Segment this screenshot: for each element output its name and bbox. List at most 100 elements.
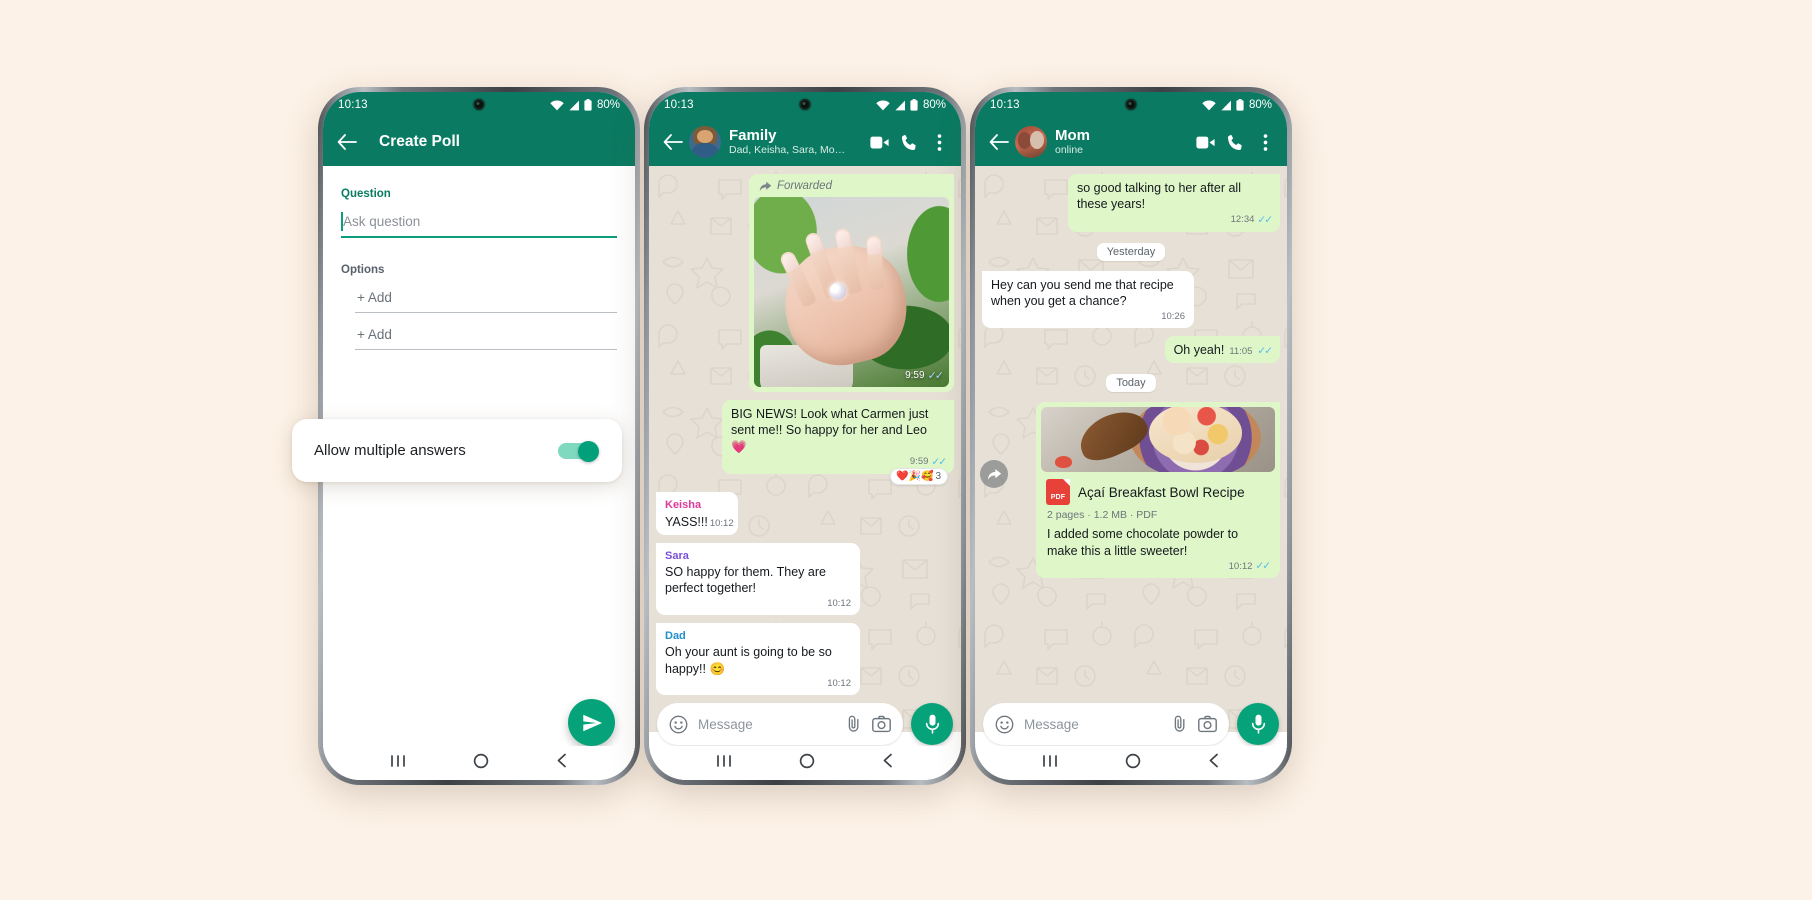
phone2-screen: 10:13 80% Family Dad, Keisha, Sara, Mom.… <box>649 92 961 780</box>
allow-multiple-answers-toggle[interactable] <box>558 440 599 462</box>
question-input[interactable]: Ask question <box>341 212 617 238</box>
message-oh-yeah[interactable]: Oh yeah! 11:05 ✓✓ <box>1164 335 1280 364</box>
photo-attachment[interactable]: 9:59 ✓✓ <box>754 197 949 387</box>
document-meta: 2 pages · 1.2 MB · PDF <box>1047 509 1158 522</box>
document-caption: I added some chocolate powder to make th… <box>1047 527 1239 558</box>
phone-mom-chat: 10:13 80% Mom online so good talking to … <box>970 87 1292 785</box>
option-add-row-2[interactable]: + Add <box>355 327 617 350</box>
status-clock: 10:13 <box>338 99 368 111</box>
message-text: Oh your aunt is going to be so happy!! 😊 <box>665 645 832 676</box>
phone3-nav-bar <box>975 746 1287 780</box>
front-camera-punch-hole <box>473 99 485 110</box>
reaction-pill[interactable]: ❤️🎉🥰 3 <box>890 468 948 486</box>
status-icons: 80% <box>550 99 620 111</box>
bubble-content: Dad Oh your aunt is going to be so happy… <box>656 623 860 695</box>
message-text: Hey can you send me that recipe when you… <box>991 278 1174 309</box>
allow-multiple-answers-card[interactable]: Allow multiple answers <box>292 419 622 482</box>
timestamp-text: 9:59 <box>905 370 925 381</box>
message-document[interactable]: PDF Açaí Breakfast Bowl Recipe 2 pages ·… <box>980 402 1280 579</box>
back-arrow-icon[interactable] <box>333 128 361 156</box>
phone3-chat-body[interactable]: so good talking to her after all these y… <box>975 166 1287 732</box>
mom-avatar[interactable] <box>1015 126 1047 158</box>
message-sara[interactable]: Sara SO happy for them. They are perfect… <box>656 542 860 616</box>
recents-icon[interactable] <box>390 754 406 773</box>
front-camera-punch-hole <box>1125 99 1137 110</box>
toggle-thumb <box>578 440 599 462</box>
overflow-menu-icon[interactable] <box>930 133 949 152</box>
battery-percent: 80% <box>596 99 620 111</box>
back-arrow-icon[interactable] <box>659 128 687 156</box>
home-icon[interactable] <box>473 753 489 774</box>
forwarded-label: Forwarded <box>777 180 832 192</box>
phone3-status-bar: 10:13 80% <box>975 92 1287 118</box>
option-add-row-1[interactable]: + Add <box>355 290 617 313</box>
signal-icon <box>569 100 579 110</box>
message-text: so good talking to her after all these y… <box>1077 181 1241 212</box>
timestamp-text: 10:12 <box>1228 560 1253 572</box>
home-icon[interactable] <box>799 753 815 774</box>
message-text: Oh yeah! <box>1173 342 1225 357</box>
message-recipe-request[interactable]: Hey can you send me that recipe when you… <box>982 271 1194 328</box>
forward-arrow-icon[interactable] <box>980 460 1008 489</box>
message-catchup[interactable]: so good talking to her after all these y… <box>1068 174 1280 233</box>
document-title: Açaí Breakfast Bowl Recipe <box>1078 484 1245 500</box>
bubble-content: BIG NEWS! Look what Carmen just sent me!… <box>722 400 954 474</box>
voice-call-icon[interactable] <box>1226 133 1245 152</box>
question-label: Question <box>341 188 391 200</box>
battery-percent: 80% <box>922 99 946 111</box>
read-receipt-icon: ✓✓ <box>1255 560 1271 573</box>
voice-call-icon[interactable] <box>900 133 919 152</box>
read-receipt-icon: ✓✓ <box>927 370 945 382</box>
screenshot-canvas: 10:13 80% Create Poll Question Ask quest… <box>0 0 1812 900</box>
phone3-app-bar: Mom online <box>975 118 1287 166</box>
message-list: so good talking to her after all these y… <box>980 174 1280 732</box>
sender-name: Keisha <box>665 499 702 512</box>
message-dad[interactable]: Dad Oh your aunt is going to be so happy… <box>656 623 860 696</box>
pdf-icon-label: PDF <box>1050 494 1066 502</box>
recents-icon[interactable] <box>716 754 732 773</box>
timestamp-text: 9:59 <box>909 456 929 468</box>
back-arrow-icon[interactable] <box>985 128 1013 156</box>
message-big-news[interactable]: BIG NEWS! Look what Carmen just sent me!… <box>722 400 954 486</box>
wifi-icon <box>1202 99 1216 110</box>
message-forwarded-photo[interactable]: Forwarded 9:59 ✓✓ <box>656 174 954 392</box>
wifi-icon <box>876 99 890 110</box>
send-icon <box>582 714 602 731</box>
home-icon[interactable] <box>1125 753 1141 774</box>
option-add-label: + Add <box>357 290 392 305</box>
document-bubble: PDF Açaí Breakfast Bowl Recipe 2 pages ·… <box>1036 402 1280 579</box>
read-receipt-icon: ✓✓ <box>1257 213 1273 226</box>
reaction-emojis: ❤️🎉🥰 <box>896 471 934 483</box>
video-call-icon[interactable] <box>870 133 889 152</box>
battery-icon <box>1236 99 1244 111</box>
message-meta: 12:34 ✓✓ <box>1077 213 1273 228</box>
phone2-chat-body[interactable]: Forwarded 9:59 ✓✓ BIG NEWS! Look what Ca… <box>649 166 961 732</box>
timestamp-text: 10:26 <box>1161 310 1185 322</box>
nail <box>866 237 882 256</box>
document-row: PDF Açaí Breakfast Bowl Recipe <box>1041 472 1275 507</box>
chat-header-text[interactable]: Family Dad, Keisha, Sara, Mom... <box>729 127 847 157</box>
phone1-nav-bar <box>323 746 635 780</box>
chat-header-text[interactable]: Mom online <box>1055 127 1090 157</box>
page-title: Create Poll <box>379 133 460 150</box>
video-call-icon[interactable] <box>1196 133 1215 152</box>
status-icons: 80% <box>1202 99 1272 111</box>
question-placeholder: Ask question <box>343 214 421 229</box>
group-avatar[interactable] <box>689 126 721 158</box>
document-thumbnail[interactable] <box>1041 407 1275 473</box>
recents-icon[interactable] <box>1042 754 1058 773</box>
nav-back-icon[interactable] <box>556 753 568 773</box>
message-keisha[interactable]: Keisha YASS!!! 10:12 <box>656 492 738 535</box>
read-receipt-icon: ✓✓ <box>931 455 947 468</box>
sender-name: Dad <box>665 630 686 643</box>
overflow-menu-icon[interactable] <box>1256 133 1275 152</box>
chat-header-actions <box>1196 133 1277 152</box>
bubble-content: Oh yeah! 11:05 ✓✓ <box>1165 336 1280 363</box>
nav-back-icon[interactable] <box>1208 753 1220 773</box>
phone2-nav-bar <box>649 746 961 780</box>
nav-back-icon[interactable] <box>882 753 894 773</box>
send-poll-button[interactable] <box>568 699 615 746</box>
timestamp-text: 10:12 <box>709 517 734 529</box>
message-list: Forwarded 9:59 ✓✓ BIG NEWS! Look what Ca… <box>656 174 954 732</box>
battery-percent: 80% <box>1248 99 1272 111</box>
